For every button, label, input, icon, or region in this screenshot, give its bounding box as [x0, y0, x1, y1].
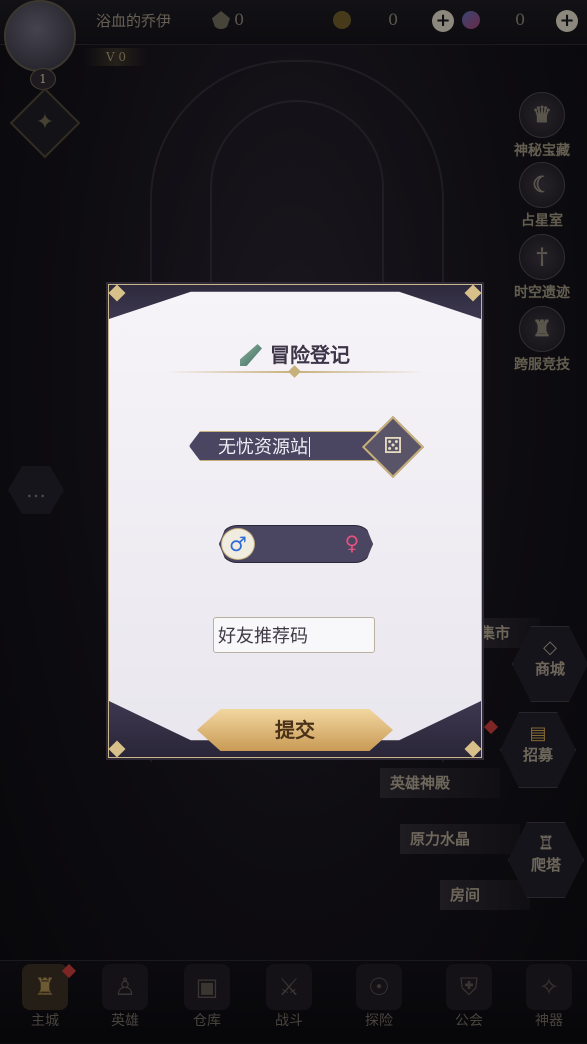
character-name-input[interactable]: 无忧资源站: [189, 431, 377, 461]
referral-code-input[interactable]: 好友推荐码: [213, 617, 375, 653]
quill-icon: [240, 344, 262, 366]
dialog-title: 冒险登记: [109, 339, 481, 368]
dice-icon: ⚄: [383, 434, 403, 459]
female-option[interactable]: ♀: [341, 528, 363, 558]
text-caret: [309, 437, 310, 457]
male-option[interactable]: ♂: [221, 528, 255, 560]
random-name-button[interactable]: ⚄: [361, 415, 425, 479]
referral-placeholder: 好友推荐码: [218, 626, 308, 646]
male-icon: ♂: [229, 532, 247, 556]
female-icon: ♀: [344, 531, 360, 555]
dialog-top-border: [109, 285, 481, 319]
registration-dialog: 冒险登记 无忧资源站 ⚄ ♂ ♀ 好友推荐码 提交: [108, 284, 482, 758]
submit-button[interactable]: 提交: [197, 709, 393, 751]
